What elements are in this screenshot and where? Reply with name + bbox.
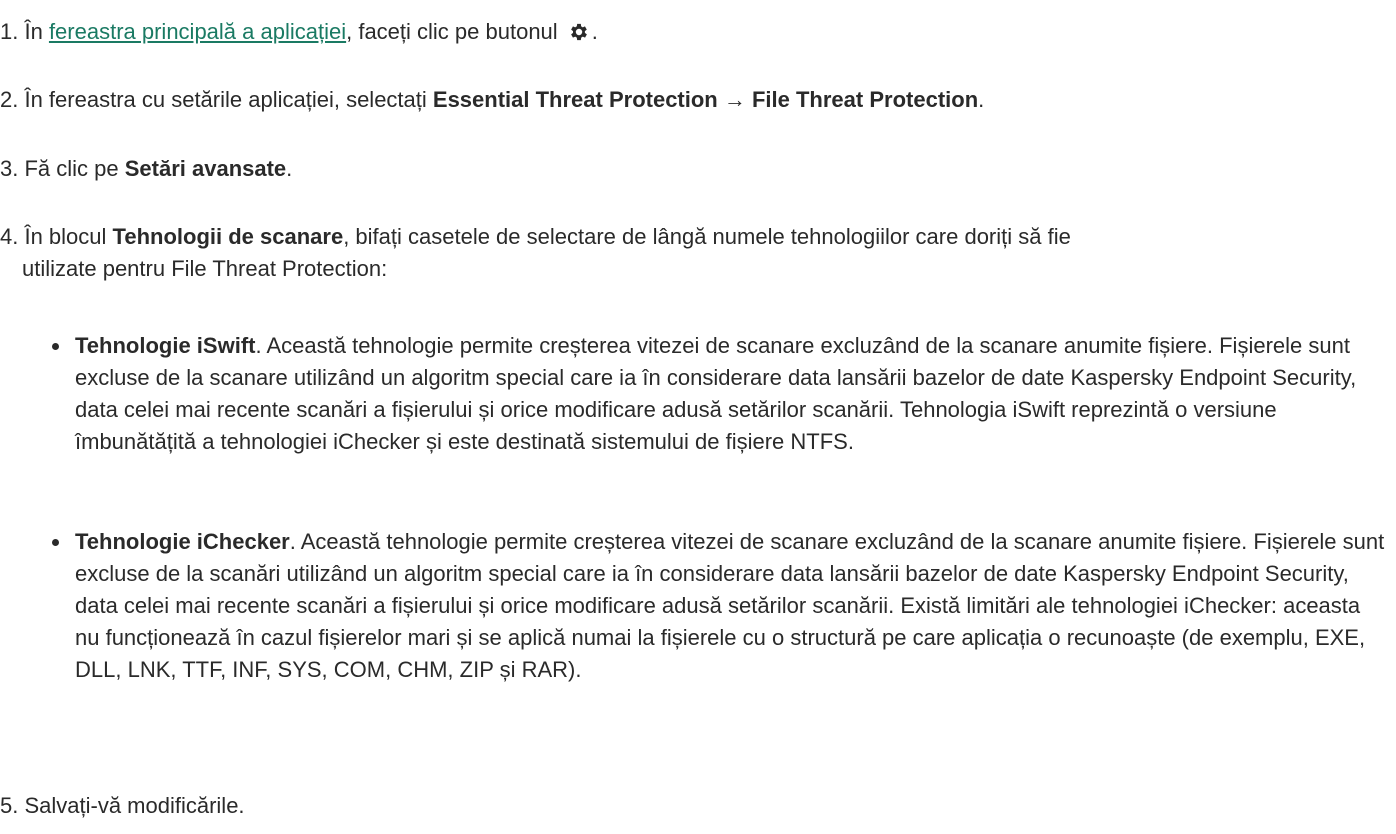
list-item-ichecker: Tehnologie iChecker. Această tehnologie …: [0, 526, 1396, 686]
step-number: 1.: [0, 19, 19, 44]
step-1: 1. În fereastra principală a aplicației,…: [0, 16, 1396, 52]
ui-term-ichecker: Tehnologie iChecker: [75, 529, 290, 554]
step-number: 2.: [0, 87, 19, 112]
gear-icon: [568, 20, 590, 52]
ui-term-essential-threat-protection: Essential Threat Protection: [432, 87, 718, 112]
bullet-dot: [52, 539, 59, 546]
main-window-link[interactable]: fereastra principală a aplicației: [49, 19, 346, 44]
step-3: 3. Fă clic pe Setări avansate.: [0, 153, 1396, 185]
bullet-dot: [52, 343, 59, 350]
bullet-text: . Această tehnologie permite creșterea v…: [75, 333, 1357, 454]
step-text: În blocul: [18, 224, 113, 249]
step-number: 3.: [0, 156, 19, 181]
step-text: , bifați casetele de selectare de lângă …: [343, 224, 1071, 249]
ui-term-advanced-settings: Setări avansate: [124, 156, 287, 181]
ui-term-iswift: Tehnologie iSwift: [75, 333, 256, 358]
step-text: .: [286, 156, 293, 181]
step-text: , faceți clic pe butonul: [346, 19, 564, 44]
list-item-iswift: Tehnologie iSwift. Această tehnologie pe…: [0, 330, 1396, 458]
step-text: În: [18, 19, 49, 44]
arrow-separator: →: [717, 87, 752, 112]
instructions-document: 1. În fereastra principală a aplicației,…: [0, 0, 1396, 834]
ui-term-scan-technologies: Tehnologii de scanare: [112, 224, 344, 249]
step-text: În fereastra cu setările aplicației, sel…: [18, 87, 433, 112]
step-5: 5. Salvați-vă modificările.: [0, 790, 1396, 822]
step-number: 5.: [0, 793, 19, 818]
ui-term-file-threat-protection: File Threat Protection: [751, 87, 979, 112]
step-text: .: [591, 19, 598, 44]
step-number: 4.: [0, 224, 19, 249]
step-text: utilizate pentru File Threat Protection:: [22, 256, 388, 281]
step-2: 2. În fereastra cu setările aplicației, …: [0, 84, 1396, 116]
step-text: Salvați-vă modificările.: [18, 793, 245, 818]
step-text: .: [978, 87, 985, 112]
step-4: 4. În blocul Tehnologii de scanare, bifa…: [0, 221, 1396, 285]
step-text: Fă clic pe: [18, 156, 125, 181]
